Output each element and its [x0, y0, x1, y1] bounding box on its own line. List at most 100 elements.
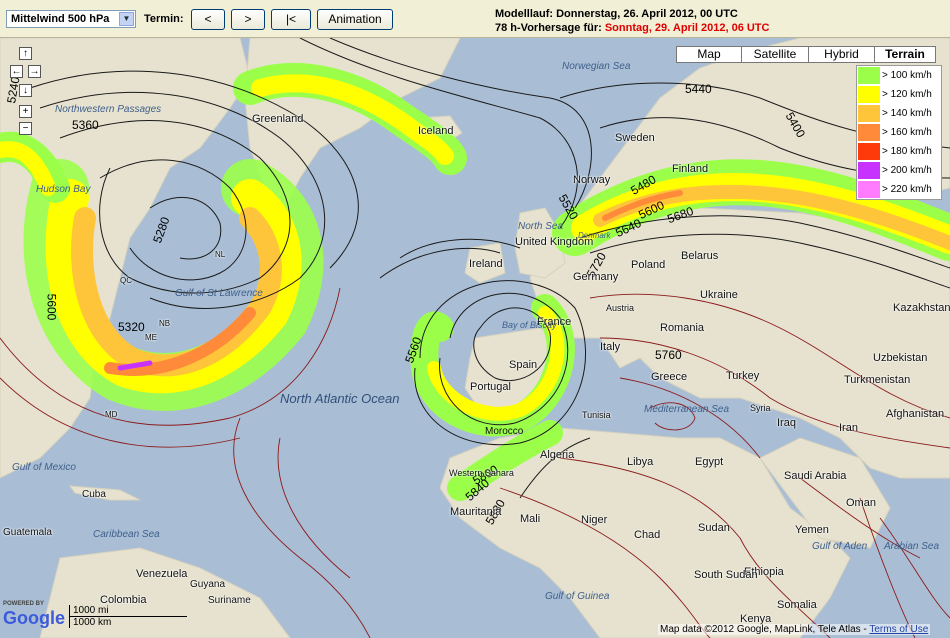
legend-swatch [858, 86, 880, 103]
place-label: Tunisia [582, 410, 611, 420]
place-label: Mauritania [450, 506, 502, 518]
map-type-map[interactable]: Map [676, 46, 742, 63]
zoom-in-icon[interactable]: + [19, 105, 32, 118]
place-label: ME [145, 333, 157, 342]
pan-up-icon[interactable]: ↑ [19, 47, 32, 60]
place-label: Romania [660, 322, 705, 334]
first-button[interactable]: |< [271, 9, 311, 30]
isoline-label: 5320 [118, 320, 145, 334]
model-run-text: Modelllauf: Donnerstag, 26. April 2012, … [495, 8, 738, 20]
place-label: North Atlantic Ocean [280, 391, 400, 406]
legend-row: > 100 km/h [857, 66, 941, 85]
next-button[interactable]: > [231, 9, 265, 30]
place-label: Somalia [777, 599, 817, 611]
chevron-down-icon[interactable]: ▼ [119, 12, 134, 26]
scale-mi: 1000 mi [69, 605, 187, 617]
place-label: Ukraine [700, 289, 738, 301]
pan-right-icon[interactable]: → [28, 65, 41, 78]
place-label: Belarus [681, 250, 719, 262]
model-info: Modelllauf: Donnerstag, 26. April 2012, … [495, 7, 769, 35]
place-label: Sudan [698, 522, 730, 534]
google-logo-text: Google [3, 608, 65, 628]
scale-bar: 1000 mi 1000 km [69, 605, 187, 628]
place-label: Italy [600, 341, 621, 353]
legend-label: > 100 km/h [882, 70, 932, 81]
place-label: Iran [839, 422, 858, 434]
place-label: Caribbean Sea [93, 529, 160, 540]
place-label: Iceland [418, 125, 454, 137]
place-label: Kazakhstan [893, 302, 950, 314]
place-label: Turkey [726, 370, 760, 382]
animation-button[interactable]: Animation [317, 9, 393, 30]
place-label: Afghanistan [886, 408, 945, 420]
place-label: Guatemala [3, 527, 52, 538]
isoline-label: 5440 [685, 82, 712, 96]
forecast-prefix: 78 h-Vorhersage für: [495, 22, 605, 34]
place-label: Chad [634, 529, 661, 541]
isoline-label: 5600 [44, 293, 59, 321]
place-label: Mali [520, 513, 541, 525]
legend-swatch [858, 105, 880, 122]
legend-swatch [858, 181, 880, 198]
place-label: Mediterranean Sea [644, 404, 730, 415]
place-label: Poland [631, 259, 666, 271]
legend-label: > 140 km/h [882, 108, 932, 119]
place-label: QC [120, 276, 132, 285]
place-label: Turkmenistan [844, 374, 911, 386]
place-label: Sweden [615, 132, 655, 144]
legend-label: > 220 km/h [882, 184, 932, 195]
legend-row: > 180 km/h [857, 142, 941, 161]
place-label: Algeria [540, 449, 575, 461]
place-label: Spain [509, 359, 538, 371]
place-label: Norwegian Sea [562, 61, 631, 72]
google-logo[interactable]: Google [3, 608, 65, 629]
pan-down-icon[interactable]: ↓ [19, 84, 32, 97]
place-label: Niger [581, 514, 608, 526]
termin-label: Termin: [144, 13, 184, 25]
place-label: South Sudan [694, 569, 758, 581]
zoom-out-icon[interactable]: − [19, 122, 32, 135]
legend-row: > 120 km/h [857, 85, 941, 104]
place-label: Yemen [795, 524, 829, 536]
isoline-label: 5360 [72, 118, 99, 132]
legend-label: > 160 km/h [882, 127, 932, 138]
place-label: Syria [750, 403, 771, 413]
place-label: Iraq [777, 417, 796, 429]
map-canvas[interactable]: 5440 5400 5480 5520 5560 5600 5640 5680 … [0, 38, 950, 638]
place-label: United Kingdom [515, 236, 594, 248]
place-label: Ireland [469, 258, 503, 270]
place-label: Suriname [208, 595, 251, 606]
place-label: Uzbekistan [873, 352, 928, 364]
place-label: Arabian Sea [884, 541, 940, 552]
parameter-select-value: Mittelwind 500 hPa [11, 13, 110, 25]
pan-left-icon[interactable]: ← [10, 65, 23, 78]
place-label: Gulf of Guinea [545, 591, 610, 602]
legend-swatch [858, 67, 880, 84]
legend-label: > 180 km/h [882, 146, 932, 157]
powered-by-text: POWERED BY [3, 601, 45, 607]
legend-label: > 200 km/h [882, 165, 932, 176]
terms-link[interactable]: Terms of Use [869, 624, 928, 635]
legend-row: > 140 km/h [857, 104, 941, 123]
place-label: Hudson Bay [36, 184, 91, 195]
legend-row: > 200 km/h [857, 161, 941, 180]
place-label: Western Sahara [449, 468, 514, 478]
place-label: Finland [672, 163, 709, 175]
legend-label: > 120 km/h [882, 89, 932, 100]
wind-legend: > 100 km/h > 120 km/h > 140 km/h > 160 k… [856, 65, 942, 200]
place-label: Northwestern Passages [55, 104, 162, 115]
legend-swatch [858, 162, 880, 179]
place-label: Morocco [485, 426, 524, 437]
prev-button[interactable]: < [191, 9, 225, 30]
place-label: Bay of Biscay [502, 320, 557, 330]
place-label: Austria [606, 303, 635, 313]
parameter-select[interactable]: Mittelwind 500 hPa ▼ [6, 10, 136, 28]
place-label: Gulf of Aden [812, 541, 868, 552]
place-label: Norway [573, 174, 611, 186]
place-label: Libya [627, 456, 654, 468]
place-label: Egypt [695, 456, 724, 468]
map-type-satellite[interactable]: Satellite [741, 46, 809, 63]
map-type-terrain[interactable]: Terrain [874, 46, 936, 63]
place-label: MD [105, 410, 118, 419]
map-type-hybrid[interactable]: Hybrid [808, 46, 875, 63]
